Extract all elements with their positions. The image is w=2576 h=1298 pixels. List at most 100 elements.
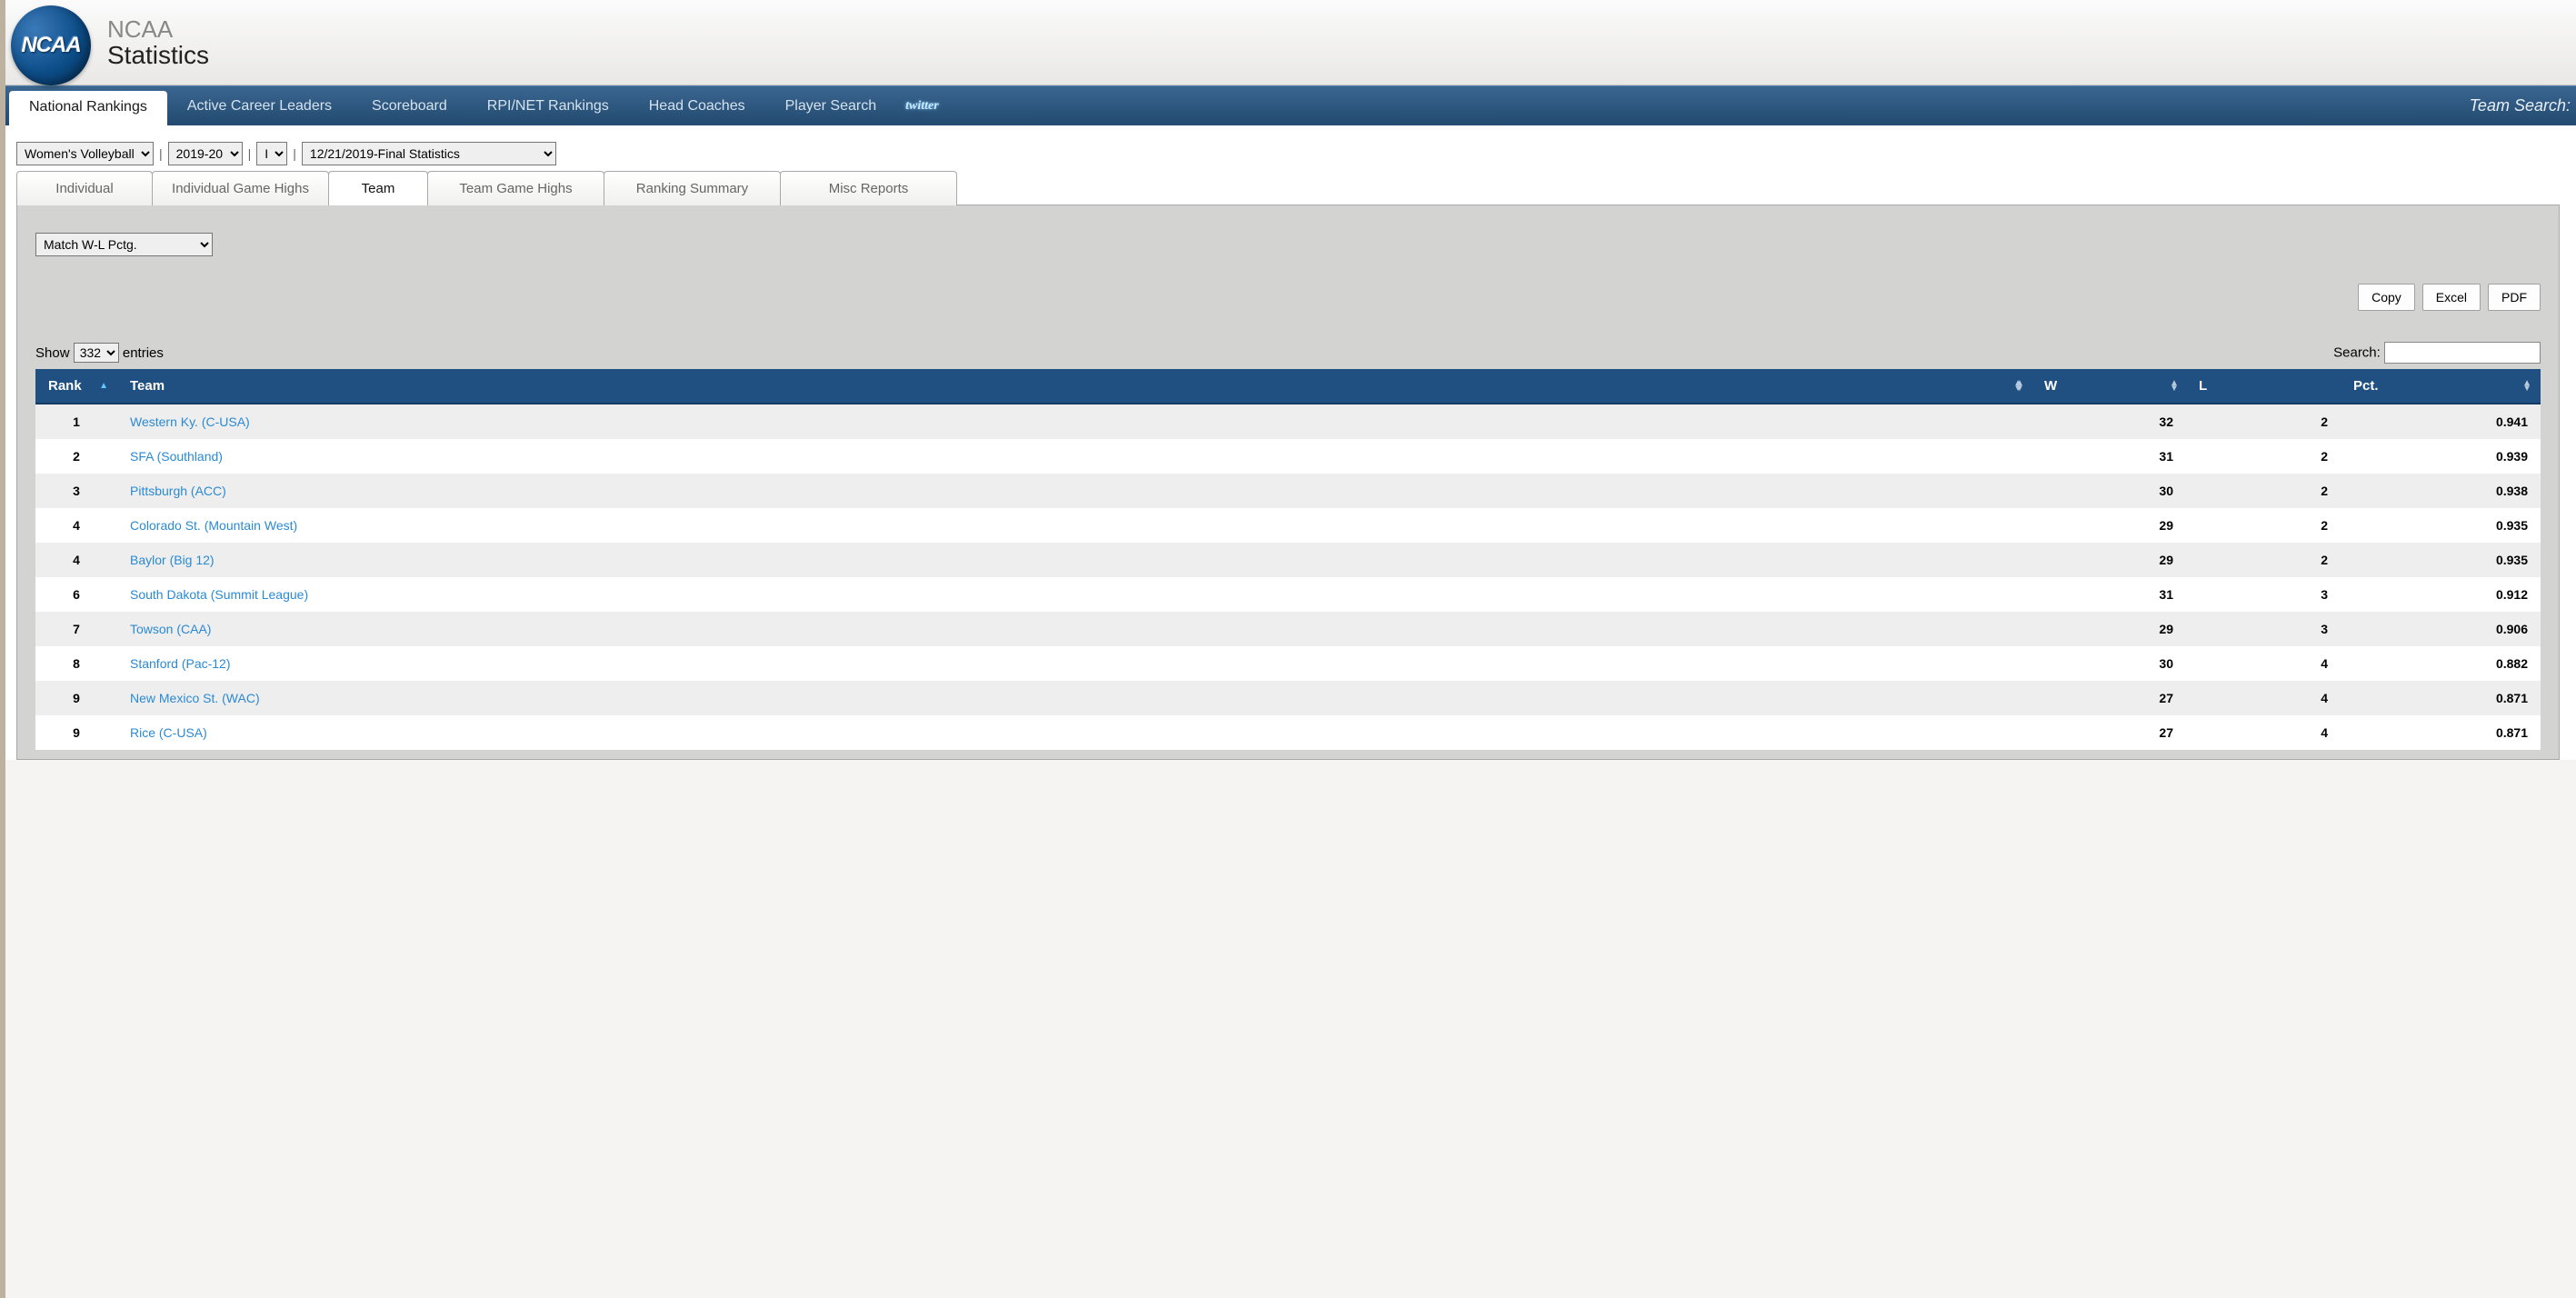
cell-pct: 0.871 [2341,715,2541,750]
sub-tab-ranking-summary[interactable]: Ranking Summary [604,171,781,205]
col-pct-label: Pct. [2353,378,2379,394]
cell-team: Towson (CAA) [117,612,2032,646]
cell-rank: 9 [35,715,117,750]
search-input[interactable] [2384,342,2541,364]
sub-tab-individual[interactable]: Individual [16,171,153,205]
cell-w: 27 [2032,681,2186,715]
cell-pct: 0.939 [2341,439,2541,474]
copy-button[interactable]: Copy [2358,284,2415,311]
team-link[interactable]: Pittsburgh (ACC) [130,484,226,498]
sub-tabs: IndividualIndividual Game HighsTeamTeam … [16,171,2560,205]
cell-rank: 8 [35,646,117,681]
content: Women's Volleyball | 2019-20 | I | 12/21… [0,125,2576,760]
entries-select[interactable]: 332 [74,343,119,363]
ncaa-logo-text: NCAA [21,33,80,58]
cell-l: 3 [2186,577,2341,612]
table-row: 1Western Ky. (C-USA)3220.941 [35,404,2541,439]
cell-pct: 0.882 [2341,646,2541,681]
stat-select[interactable]: Match W-L Pctg. [35,233,213,256]
sub-tab-individual-game-highs[interactable]: Individual Game Highs [152,171,329,205]
col-rank[interactable]: Rank ▲ [35,369,117,404]
cell-rank: 6 [35,577,117,612]
separator: | [248,146,252,161]
sort-icon: ▲▼ [2522,381,2531,392]
season-select[interactable]: 2019-20 [168,142,243,165]
cell-team: SFA (Southland) [117,439,2032,474]
nav-tab-rpi-net-rankings[interactable]: RPI/NET Rankings [467,89,629,124]
cell-w: 29 [2032,612,2186,646]
cell-team: South Dakota (Summit League) [117,577,2032,612]
cell-team: Rice (C-USA) [117,715,2032,750]
entries-label: entries [123,345,164,361]
table-controls: Show 332 entries Search: [35,342,2541,364]
separator: | [293,146,296,161]
search-label: Search: [2333,345,2381,361]
sub-tab-team[interactable]: Team [328,171,428,205]
col-w[interactable]: W ▲▼ [2032,369,2186,404]
twitter-icon[interactable]: twitter [905,99,939,114]
nav-tab-head-coaches[interactable]: Head Coaches [629,89,765,124]
cell-rank: 3 [35,474,117,508]
cell-l: 2 [2186,404,2341,439]
cell-l: 2 [2186,439,2341,474]
cell-rank: 1 [35,404,117,439]
table-row: 9New Mexico St. (WAC)2740.871 [35,681,2541,715]
cell-w: 30 [2032,646,2186,681]
filter-row: Women's Volleyball | 2019-20 | I | 12/21… [16,142,2560,165]
panel: Match W-L Pctg. Copy Excel PDF Show 332 … [16,205,2560,760]
cell-l: 4 [2186,646,2341,681]
team-link[interactable]: Baylor (Big 12) [130,553,215,567]
cell-w: 31 [2032,577,2186,612]
cell-pct: 0.938 [2341,474,2541,508]
team-link[interactable]: Towson (CAA) [130,622,211,636]
excel-button[interactable]: Excel [2422,284,2481,311]
table-row: 4Baylor (Big 12)2920.935 [35,543,2541,577]
table-row: 3Pittsburgh (ACC)3020.938 [35,474,2541,508]
nav-tab-player-search[interactable]: Player Search [765,89,897,124]
cell-team: Baylor (Big 12) [117,543,2032,577]
team-search-label: Team Search: [2470,96,2576,115]
col-team[interactable]: Team ▲▼ [117,369,2032,404]
cell-pct: 0.912 [2341,577,2541,612]
table-row: 9Rice (C-USA)2740.871 [35,715,2541,750]
pdf-button[interactable]: PDF [2488,284,2541,311]
team-link[interactable]: Colorado St. (Mountain West) [130,518,297,533]
sub-tab-misc-reports[interactable]: Misc Reports [780,171,957,205]
entries-control: Show 332 entries [35,343,164,363]
nav-tab-scoreboard[interactable]: Scoreboard [352,89,467,124]
team-link[interactable]: Rice (C-USA) [130,725,207,740]
sub-tab-team-game-highs[interactable]: Team Game Highs [427,171,604,205]
team-link[interactable]: SFA (Southland) [130,449,223,464]
cell-rank: 7 [35,612,117,646]
separator: | [159,146,163,161]
cell-team: Stanford (Pac-12) [117,646,2032,681]
cell-team: Pittsburgh (ACC) [117,474,2032,508]
cell-l: 3 [2186,612,2341,646]
cell-pct: 0.941 [2341,404,2541,439]
header: NCAA NCAA Statistics [0,0,2576,85]
table-row: 4Colorado St. (Mountain West)2920.935 [35,508,2541,543]
sport-select[interactable]: Women's Volleyball [16,142,154,165]
col-pct[interactable]: Pct. ▲▼ [2341,369,2541,404]
cell-l: 2 [2186,474,2341,508]
sort-icon: ▲▼ [2015,381,2024,392]
team-link[interactable]: Western Ky. (C-USA) [130,414,250,429]
col-l[interactable]: L ▲▼ [2186,369,2341,404]
team-link[interactable]: New Mexico St. (WAC) [130,691,260,705]
nav-tab-national-rankings[interactable]: National Rankings [9,91,167,125]
date-select[interactable]: 12/21/2019-Final Statistics [302,142,556,165]
nav-bar: National RankingsActive Career LeadersSc… [0,85,2576,125]
nav-tab-active-career-leaders[interactable]: Active Career Leaders [167,89,352,124]
team-link[interactable]: South Dakota (Summit League) [130,587,308,602]
page-left-edge [0,0,5,1298]
cell-l: 2 [2186,508,2341,543]
header-title: NCAA Statistics [107,17,209,69]
team-link[interactable]: Stanford (Pac-12) [130,656,231,671]
header-title-line2: Statistics [107,42,209,68]
table-row: 7 Towson (CAA) 2930.906 [35,612,2541,646]
cell-pct: 0.906 [2341,612,2541,646]
division-select[interactable]: I [256,142,287,165]
search-control: Search: [2333,342,2541,364]
cell-l: 4 [2186,681,2341,715]
table-row: 8 Stanford (Pac-12) 3040.882 [35,646,2541,681]
